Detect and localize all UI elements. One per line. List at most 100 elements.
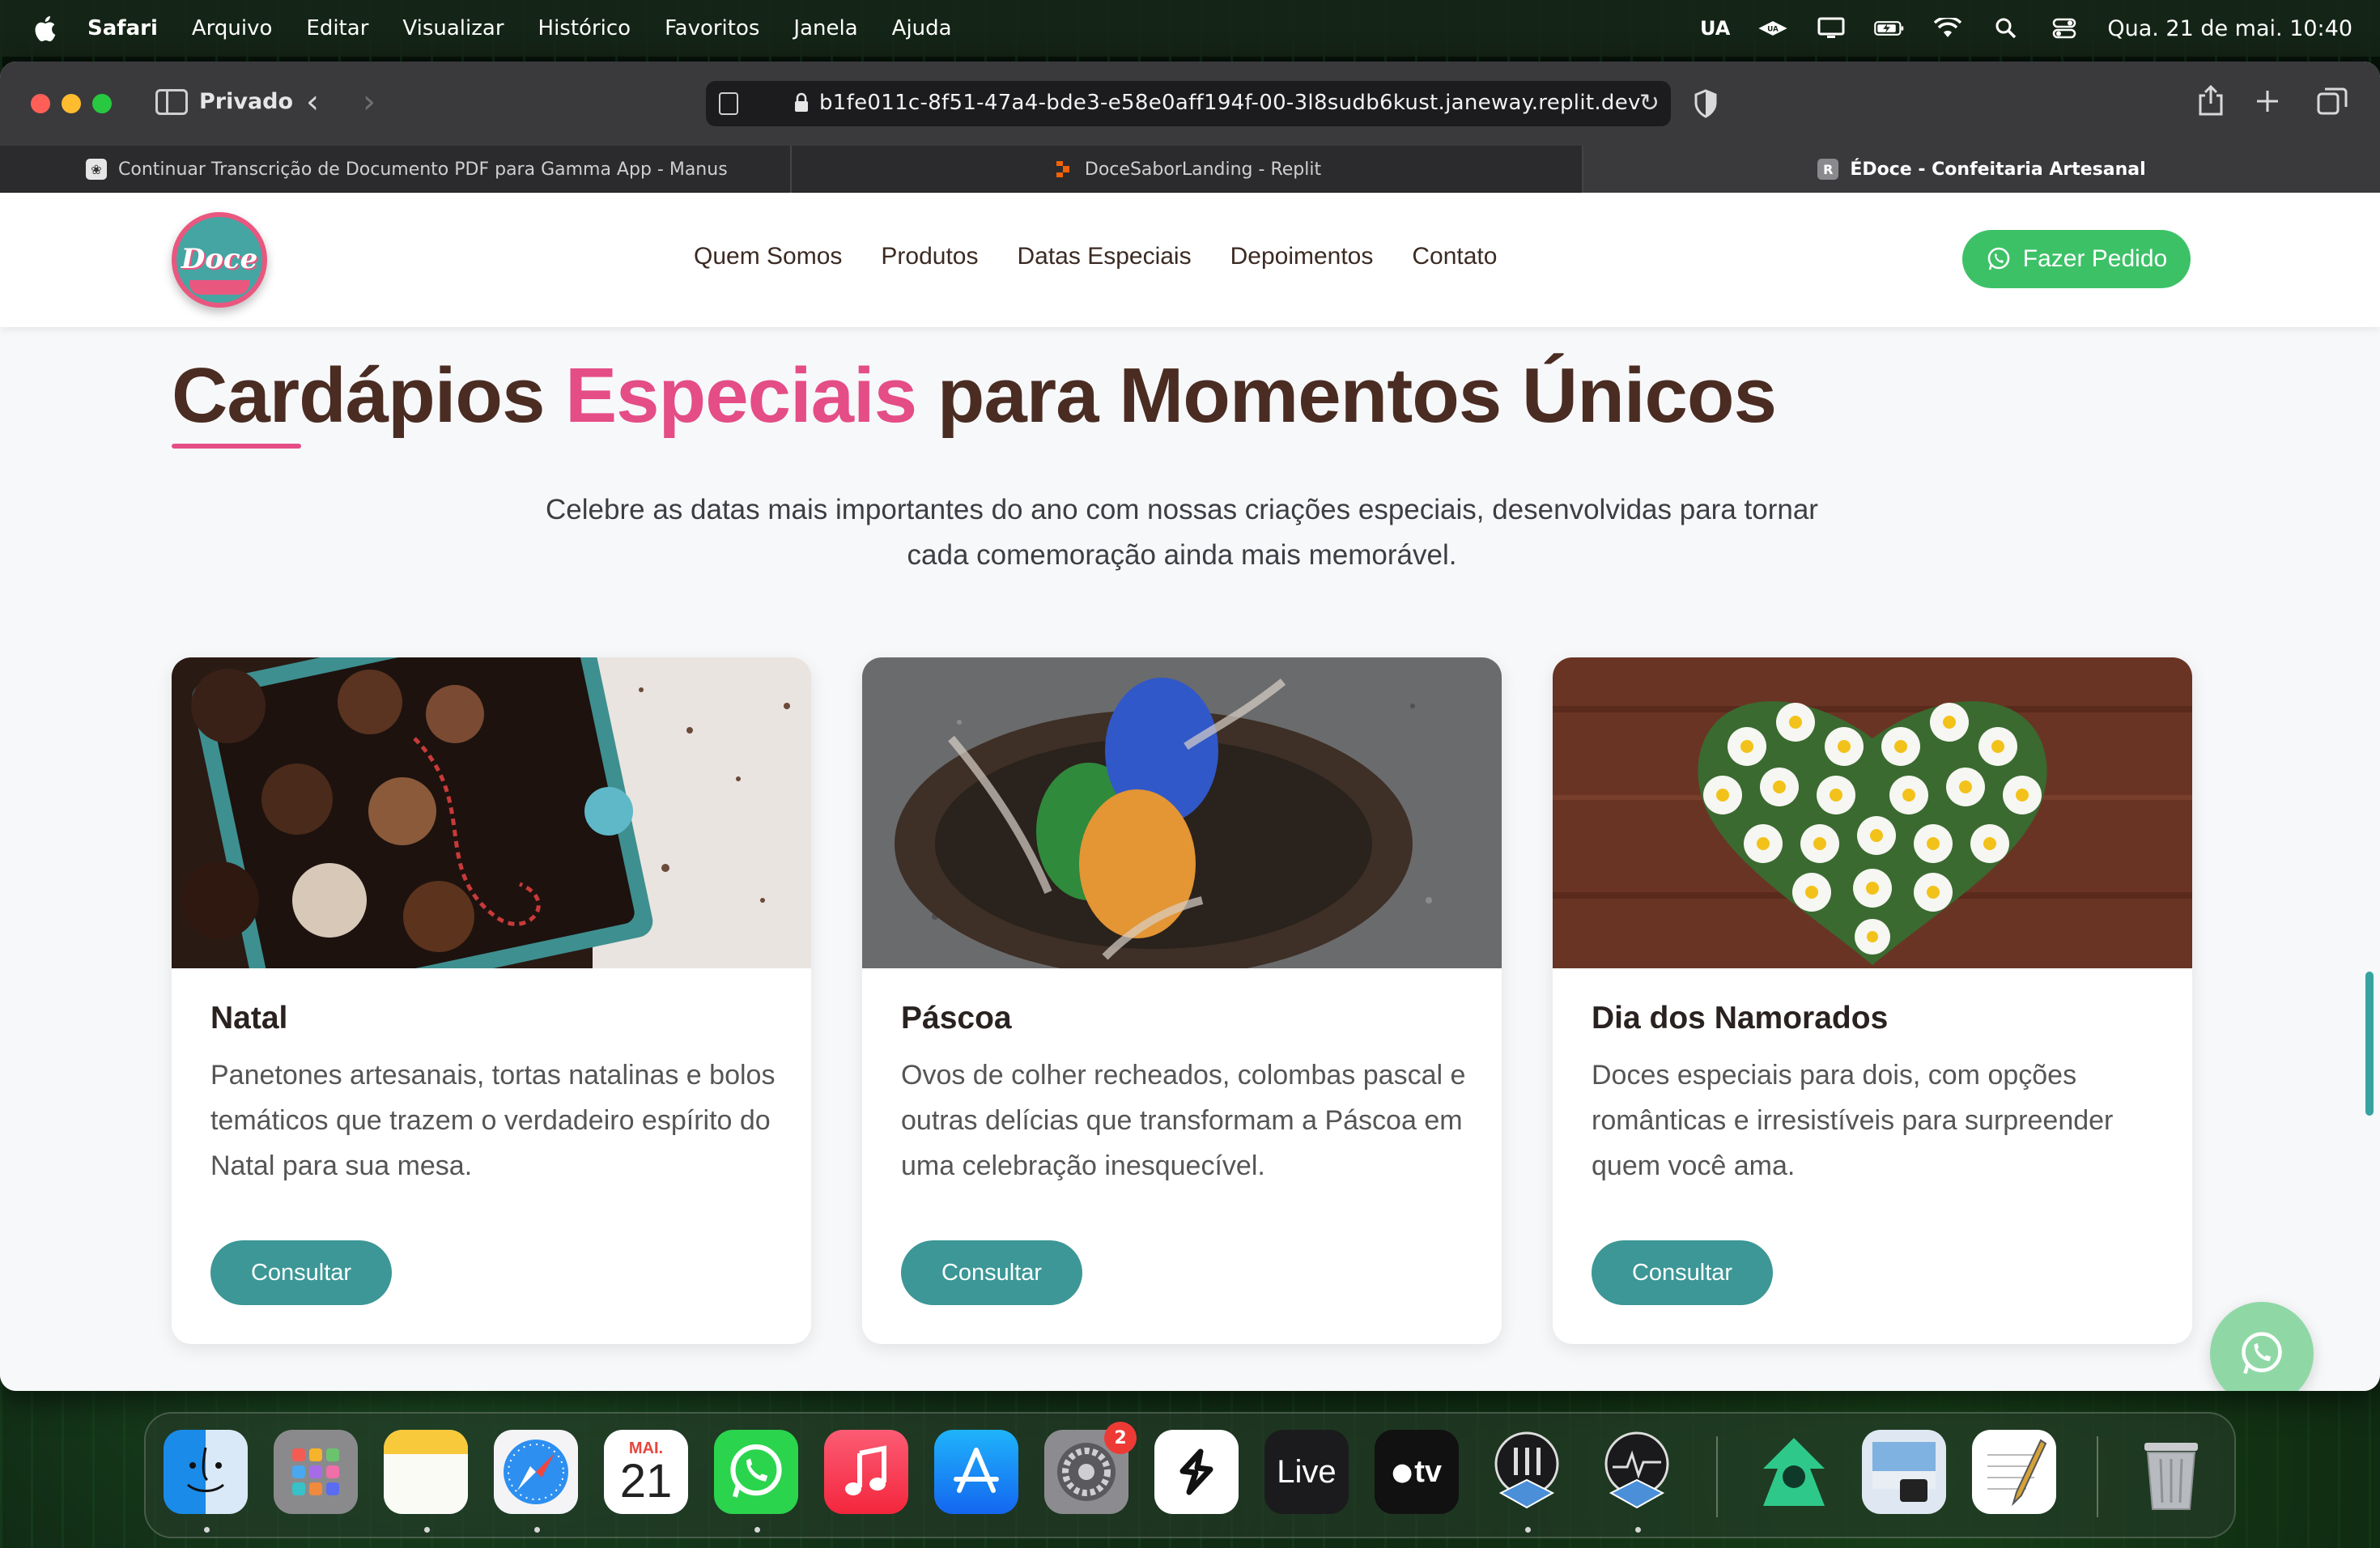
tab-edoce[interactable]: R ÉDoce - Confeitaria Artesanal	[1583, 146, 2380, 193]
nav-depoimentos[interactable]: Depoimentos	[1230, 243, 1374, 270]
reload-icon[interactable]: ↻	[1639, 89, 1660, 117]
finder-icon[interactable]	[164, 1430, 248, 1514]
whatsapp-icon[interactable]	[714, 1430, 798, 1514]
textedit-icon[interactable]	[1972, 1430, 2056, 1514]
launchpad-icon[interactable]	[274, 1430, 358, 1514]
share-icon[interactable]	[2197, 84, 2225, 122]
menu-clock[interactable]: Qua. 21 de mai. 10:40	[2107, 16, 2352, 41]
menu-historico[interactable]: Histórico	[538, 16, 631, 40]
menu-ajuda[interactable]: Ajuda	[892, 16, 952, 40]
trash-icon[interactable]	[2129, 1430, 2213, 1514]
menu-arquivo[interactable]: Arquivo	[192, 16, 273, 40]
safari-icon[interactable]	[494, 1430, 578, 1514]
app-icon[interactable]	[1752, 1430, 1836, 1514]
close-window-button[interactable]	[31, 94, 50, 113]
tab-label: DoceSaborLanding - Replit	[1084, 159, 1322, 180]
menu-janela[interactable]: Janela	[793, 16, 857, 40]
apple-menu-icon[interactable]	[32, 15, 57, 42]
back-button[interactable]: ‹	[306, 86, 319, 118]
notes-icon[interactable]	[384, 1430, 468, 1514]
manus-icon: ❀	[86, 159, 107, 180]
ua-connect-icon[interactable]: UA	[1757, 15, 1788, 41]
card-description: Panetones artesanais, tortas natalinas e…	[210, 1060, 776, 1181]
tab-bar: ❀ Continuar Transcrição de Documento PDF…	[0, 146, 2380, 193]
menu-app-name[interactable]: Safari	[87, 16, 158, 40]
dock-separator	[1716, 1436, 1718, 1517]
running-indicator	[1635, 1527, 1641, 1533]
running-indicator	[534, 1527, 540, 1533]
sidebar-toggle-icon[interactable]	[155, 89, 188, 115]
card-natal: Natal Panetones artesanais, tortas natal…	[172, 657, 811, 1344]
display-icon[interactable]	[1816, 15, 1847, 41]
battery-icon[interactable]	[1874, 15, 1905, 41]
new-tab-icon[interactable]	[2255, 84, 2280, 122]
menu-visualizar[interactable]: Visualizar	[402, 16, 504, 40]
music-icon[interactable]	[824, 1430, 908, 1514]
card-pascoa: Páscoa Ovos de colher recheados, colomba…	[862, 657, 1502, 1344]
site-logo[interactable]: Doce	[172, 212, 267, 308]
section-title: Cardápios Especiais para Momentos Únicos	[172, 351, 1777, 440]
lock-icon	[795, 92, 808, 112]
shortcut-app-icon[interactable]	[1154, 1430, 1239, 1514]
safari-window: Privado ‹ › b1fe011c-8f51-47a4-bde3-e58e…	[0, 62, 2380, 1391]
page-menu-icon[interactable]	[719, 92, 738, 115]
title-highlight: Especiais	[565, 352, 917, 439]
apple-tv-icon[interactable]: ● tv	[1375, 1430, 1459, 1514]
site-header: Doce Quem Somos Produtos Datas Especiais…	[0, 193, 2380, 327]
title-underline	[172, 444, 301, 449]
forward-button[interactable]: ›	[363, 86, 376, 118]
control-center-icon[interactable]	[2049, 15, 2080, 41]
spotlight-search-icon[interactable]	[1991, 15, 2021, 41]
app-store-icon[interactable]	[934, 1430, 1018, 1514]
tab-replit[interactable]: DoceSaborLanding - Replit	[792, 146, 1583, 193]
card-description: Ovos de colher recheados, colombas pasca…	[901, 1060, 1466, 1181]
consultar-button[interactable]: Consultar	[210, 1240, 392, 1305]
nav-datas-especiais[interactable]: Datas Especiais	[1017, 243, 1191, 270]
easter-eggs-image	[862, 657, 1502, 968]
preview-icon[interactable]	[1862, 1430, 1946, 1514]
notification-badge: 2	[1104, 1422, 1137, 1454]
consultar-button[interactable]: Consultar	[901, 1240, 1082, 1305]
logo-text: Doce	[181, 243, 258, 275]
order-button[interactable]: Fazer Pedido	[1962, 230, 2191, 288]
running-indicator	[754, 1527, 760, 1533]
running-indicator	[1525, 1527, 1531, 1533]
menu-favoritos[interactable]: Favoritos	[665, 16, 759, 40]
tab-label: Continuar Transcrição de Documento PDF p…	[118, 159, 728, 180]
nav-quem-somos[interactable]: Quem Somos	[694, 243, 842, 270]
status-ua-label[interactable]: UA	[1700, 17, 1730, 40]
card-title: Natal	[210, 1001, 288, 1036]
running-indicator	[424, 1527, 430, 1533]
nav-produtos[interactable]: Produtos	[881, 243, 978, 270]
daisy-heart-image	[1553, 657, 2192, 968]
card-title: Dia dos Namorados	[1592, 1001, 1889, 1036]
consultar-button[interactable]: Consultar	[1592, 1240, 1773, 1305]
section-subtitle: Celebre as datas mais importantes do ano…	[546, 494, 1818, 571]
nav-contato[interactable]: Contato	[1412, 243, 1497, 270]
live-icon[interactable]: Live	[1264, 1430, 1349, 1514]
chocolates-image	[172, 657, 811, 968]
notes-header	[384, 1430, 468, 1454]
wifi-icon[interactable]	[1932, 15, 1963, 41]
card-dia-dos-namorados: Dia dos Namorados Doces especiais para d…	[1553, 657, 2192, 1344]
calendar-icon[interactable]: MAI. 21	[604, 1430, 688, 1514]
ua-meter-icon[interactable]	[1595, 1430, 1679, 1514]
order-button-label: Fazer Pedido	[2022, 245, 2168, 272]
browser-toolbar: Privado ‹ › b1fe011c-8f51-47a4-bde3-e58e…	[0, 62, 2380, 146]
dock: MAI. 21 2 Live ● tv	[144, 1412, 2236, 1538]
ua-console-icon[interactable]	[1485, 1430, 1569, 1514]
address-bar[interactable]: b1fe011c-8f51-47a4-bde3-e58e0aff194f-00-…	[706, 81, 1671, 126]
tab-manus[interactable]: ❀ Continuar Transcrição de Documento PDF…	[0, 146, 792, 193]
privacy-shield-icon[interactable]	[1694, 89, 1718, 118]
page-scrollbar[interactable]	[2365, 972, 2374, 1116]
url-text[interactable]: b1fe011c-8f51-47a4-bde3-e58e0aff194f-00-…	[819, 91, 1641, 115]
menu-editar[interactable]: Editar	[306, 16, 368, 40]
site-nav: Quem Somos Produtos Datas Especiais Depo…	[694, 243, 1536, 270]
tab-overview-icon[interactable]	[2317, 84, 2348, 122]
minimize-window-button[interactable]	[62, 94, 81, 113]
zoom-window-button[interactable]	[92, 94, 112, 113]
live-label: Live	[1277, 1453, 1337, 1490]
whatsapp-float-button[interactable]	[2210, 1302, 2314, 1391]
web-page: Doce Quem Somos Produtos Datas Especiais…	[0, 193, 2380, 1391]
logo-drip	[189, 280, 249, 295]
